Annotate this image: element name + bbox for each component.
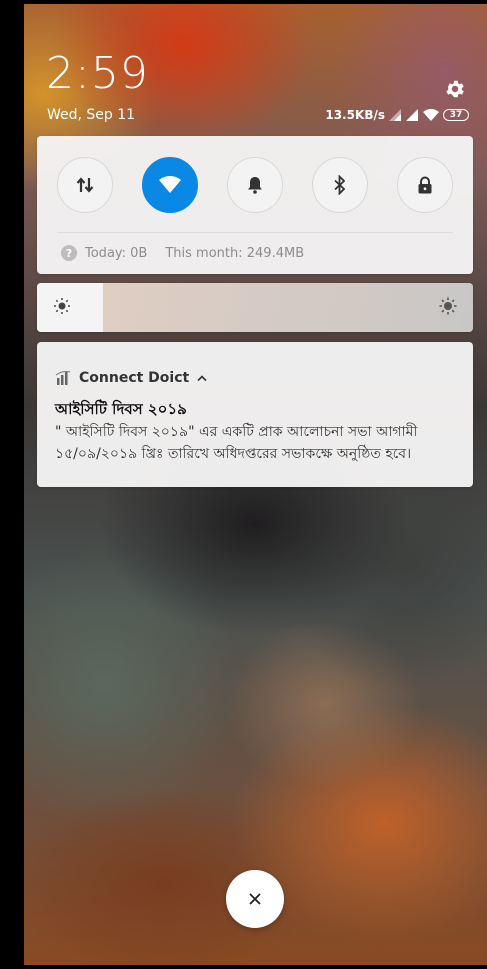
divider (57, 232, 453, 233)
toggle-mobile-data[interactable] (57, 157, 113, 213)
usage-month: This month: 249.4MB (165, 245, 305, 261)
notification-header[interactable]: Connect Doict (55, 369, 207, 387)
status-icons: 13.5KB/s 37 (325, 108, 469, 122)
toggle-wifi[interactable] (142, 157, 198, 213)
app-name: Connect Doict (79, 370, 190, 386)
data-arrows-icon (76, 177, 94, 193)
usage-today: Today: 0B (85, 245, 148, 261)
notification-title: আইসিটি দিবস ২০১৯ (55, 400, 187, 418)
notification-card[interactable]: Connect Doict আইসিটি দিবস ২০১৯ " আইসিটি … (37, 342, 473, 487)
notification-shade: 2:59 Wed, Sep 11 13.5KB/s 37 ? Today: 0B… (24, 4, 487, 965)
gear-icon[interactable] (444, 78, 466, 100)
battery-icon: 37 (443, 109, 469, 121)
clear-all-button[interactable] (226, 870, 284, 928)
network-speed: 13.5KB/s (325, 108, 385, 122)
lock-icon (418, 176, 432, 194)
toggle-lock[interactable] (397, 157, 453, 213)
notification-body: " আইসিটি দিবস ২০১৯" এর একটি প্রাক আলোচনা… (55, 424, 418, 462)
date[interactable]: Wed, Sep 11 (47, 107, 135, 123)
toggle-sound[interactable] (227, 157, 283, 213)
bluetooth-icon (334, 175, 346, 195)
chevron-up-icon[interactable] (197, 374, 207, 382)
quick-toggles (57, 157, 453, 213)
data-usage[interactable]: ? Today: 0B This month: 249.4MB (61, 245, 304, 261)
wifi-status-icon (423, 109, 439, 121)
signal-icon (389, 109, 401, 121)
brightness-high-icon (439, 297, 457, 315)
signal-icon (406, 109, 418, 121)
close-icon (249, 893, 261, 905)
brightness-track (103, 283, 473, 332)
wifi-icon (159, 176, 181, 193)
app-logo-icon (55, 370, 71, 385)
bell-icon (248, 177, 262, 194)
toggle-bluetooth[interactable] (312, 157, 368, 213)
clock[interactable]: 2:59 (46, 48, 149, 99)
brightness-slider[interactable] (37, 283, 473, 332)
help-icon: ? (61, 245, 77, 261)
brightness-low-icon (54, 298, 70, 314)
quick-settings-panel: ? Today: 0B This month: 249.4MB (37, 136, 473, 274)
battery-level: 37 (449, 110, 463, 120)
